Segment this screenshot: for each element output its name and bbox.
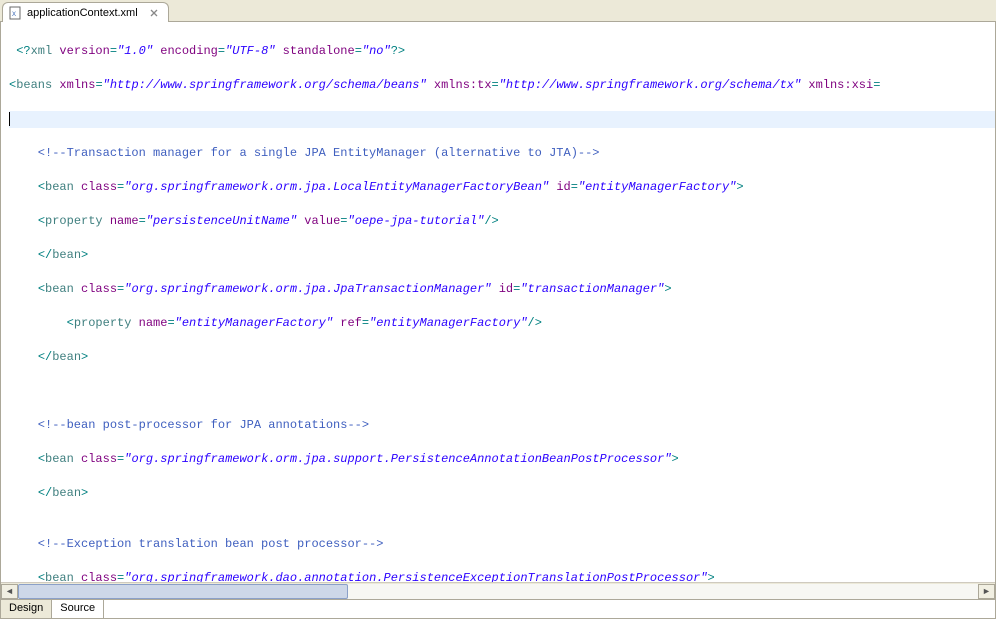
text-cursor <box>9 112 10 126</box>
code-line: <bean class="org.springframework.orm.jpa… <box>9 281 995 298</box>
code-line: <!--Transaction manager for a single JPA… <box>9 145 995 162</box>
code-line: <!--Exception translation bean post proc… <box>9 536 995 553</box>
code-line: <property name="entityManagerFactory" re… <box>9 315 995 332</box>
tab-design[interactable]: Design <box>1 600 52 618</box>
horizontal-scrollbar[interactable]: ◄ ► <box>1 582 995 599</box>
code-line: </bean> <box>9 247 995 264</box>
code-line: <bean class="org.springframework.orm.jpa… <box>9 451 995 468</box>
svg-text:X: X <box>12 12 16 18</box>
editor-tab-active[interactable]: X applicationContext.xml <box>2 2 169 22</box>
tab-source[interactable]: Source <box>52 600 104 618</box>
code-line: <!--bean post-processor for JPA annotati… <box>9 417 995 434</box>
scroll-thumb[interactable] <box>18 584 348 599</box>
scroll-track[interactable] <box>18 584 978 599</box>
code-line-current <box>9 111 995 128</box>
editor-mode-tabs: Design Source <box>1 599 995 618</box>
code-line: </bean> <box>9 349 995 366</box>
code-line: <bean class="org.springframework.dao.ann… <box>9 570 995 582</box>
xml-file-icon: X <box>9 6 23 20</box>
scroll-right-arrow-icon[interactable]: ► <box>978 584 995 599</box>
code-line: </bean> <box>9 485 995 502</box>
source-editor[interactable]: <?xml version="1.0" encoding="UTF-8" sta… <box>1 22 995 582</box>
code-line: <beans xmlns="http://www.springframework… <box>9 77 995 94</box>
editor-tab-title: applicationContext.xml <box>27 7 138 19</box>
editor-pane: <?xml version="1.0" encoding="UTF-8" sta… <box>0 22 996 619</box>
scroll-left-arrow-icon[interactable]: ◄ <box>1 584 18 599</box>
code-line: <?xml version="1.0" encoding="UTF-8" sta… <box>9 43 995 60</box>
code-line: <bean class="org.springframework.orm.jpa… <box>9 179 995 196</box>
code-line: <property name="persistenceUnitName" val… <box>9 213 995 230</box>
editor-tab-bar: X applicationContext.xml <box>0 0 996 22</box>
close-icon[interactable] <box>148 7 160 19</box>
